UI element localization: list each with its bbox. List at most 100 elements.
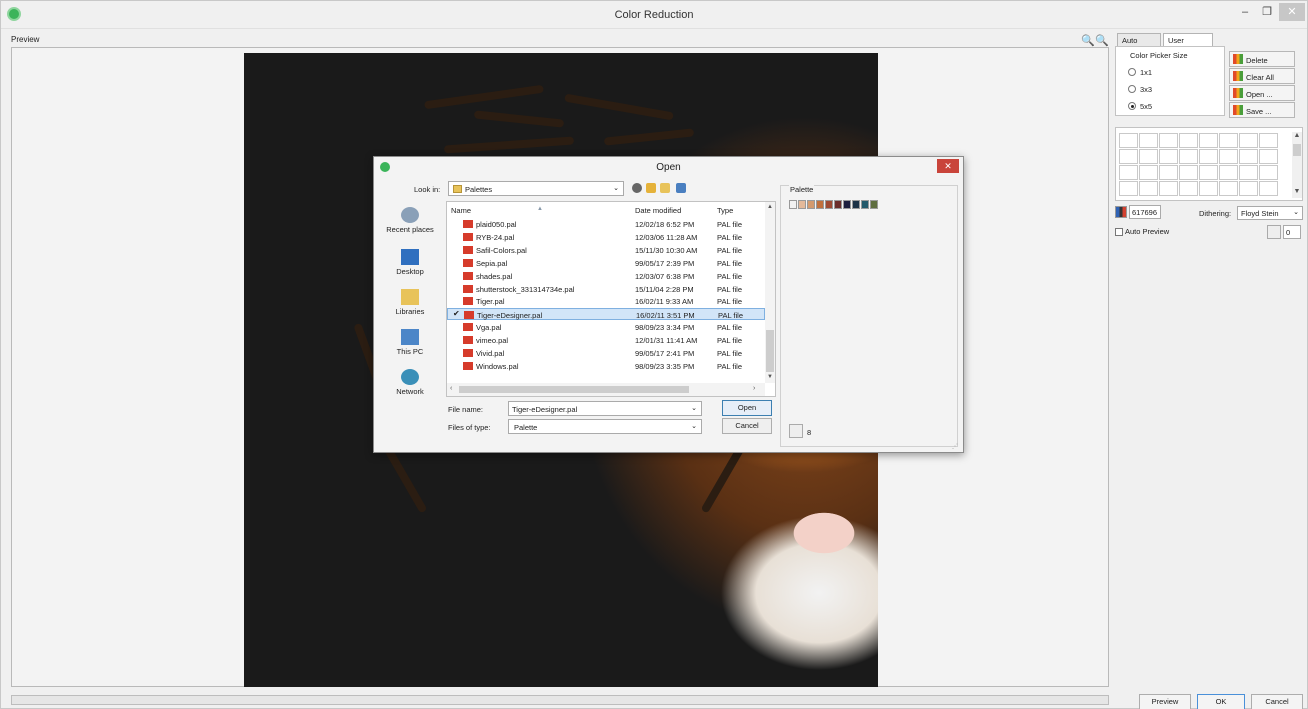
- file-row[interactable]: shutterstock_331314734e.pal 15/11/04 2:28…: [447, 283, 765, 295]
- auto-preview-checkbox[interactable]: Auto Preview: [1115, 227, 1169, 237]
- swatch-cell[interactable]: [1159, 181, 1178, 196]
- check-icon[interactable]: ✔: [453, 310, 462, 319]
- place-this-pc[interactable]: This PC: [380, 329, 440, 356]
- swatch-cell[interactable]: [1259, 165, 1278, 180]
- scroll-right-icon[interactable]: ›: [753, 385, 755, 392]
- swatch-grid-scrollbar[interactable]: ▲ ▼: [1292, 132, 1302, 198]
- maximize-button[interactable]: ❐: [1257, 3, 1277, 21]
- column-type[interactable]: Type: [717, 206, 733, 215]
- place-recent[interactable]: Recent places: [380, 207, 440, 234]
- scroll-up-icon[interactable]: ▲: [1292, 132, 1302, 139]
- zoom-out-icon[interactable]: 🔍: [1095, 34, 1109, 47]
- swatch-cell[interactable]: [1219, 181, 1238, 196]
- swatch-cell[interactable]: [1119, 133, 1138, 148]
- close-button[interactable]: ✕: [1279, 3, 1305, 21]
- ok-button[interactable]: OK: [1197, 694, 1245, 709]
- open-palette-button[interactable]: Open ...: [1229, 85, 1295, 101]
- swatch-cell[interactable]: [1199, 181, 1218, 196]
- swatch-cell[interactable]: [1179, 181, 1198, 196]
- look-in-select[interactable]: Palettes ⌄: [448, 181, 624, 196]
- scroll-down-icon[interactable]: ▼: [1292, 188, 1302, 195]
- swatch-cell[interactable]: [1259, 149, 1278, 164]
- swatch-cell[interactable]: [1259, 133, 1278, 148]
- file-list[interactable]: Name ▲ Date modified Type plaid050.pal 12…: [446, 201, 776, 397]
- scroll-up-icon[interactable]: ▲: [765, 204, 775, 210]
- swatch-cell[interactable]: [1119, 165, 1138, 180]
- file-row[interactable]: Windows.pal 98/09/23 3:35 PM PAL file: [447, 360, 765, 372]
- swatch-cell[interactable]: [1119, 181, 1138, 196]
- column-date[interactable]: Date modified: [635, 206, 681, 215]
- dithering-select[interactable]: Floyd Stein ⌄: [1237, 206, 1303, 220]
- swatch-cell[interactable]: [1179, 165, 1198, 180]
- cancel-button[interactable]: Cancel: [1251, 694, 1303, 709]
- back-icon[interactable]: [632, 183, 642, 193]
- zoom-in-icon[interactable]: 🔍: [1081, 34, 1095, 47]
- swatch-cell[interactable]: [1219, 149, 1238, 164]
- swatch-cell[interactable]: [1139, 149, 1158, 164]
- save-palette-button[interactable]: Save ...: [1229, 102, 1295, 118]
- file-list-vscroll[interactable]: ▲ ▼: [765, 202, 775, 383]
- place-network[interactable]: Network: [380, 369, 440, 396]
- file-type-select[interactable]: Palette ⌄: [508, 419, 702, 434]
- swatch-grid-cells[interactable]: [1119, 133, 1289, 197]
- view-menu-icon[interactable]: [676, 183, 686, 193]
- swatch-cell[interactable]: [1239, 133, 1258, 148]
- palette-size-field[interactable]: 0: [1283, 225, 1301, 239]
- swatch-cell[interactable]: [1139, 165, 1158, 180]
- up-folder-icon[interactable]: [646, 183, 656, 193]
- file-date: 99/05/17 2:41 PM: [635, 349, 695, 358]
- network-icon: [401, 369, 419, 385]
- tab-user-defined[interactable]: User defined: [1163, 33, 1213, 54]
- swatch-cell[interactable]: [1159, 133, 1178, 148]
- minimize-button[interactable]: –: [1235, 3, 1255, 21]
- swatch-cell[interactable]: [1219, 133, 1238, 148]
- radio-1x1[interactable]: 1x1: [1128, 67, 1198, 79]
- file-row[interactable]: shades.pal 12/03/07 6:38 PM PAL file: [447, 270, 765, 282]
- swatch-cell[interactable]: [1139, 133, 1158, 148]
- file-row[interactable]: Vivid.pal 99/05/17 2:41 PM PAL file: [447, 347, 765, 359]
- file-list-hscroll[interactable]: ‹ ›: [447, 383, 765, 396]
- dialog-close-button[interactable]: ✕: [937, 159, 959, 173]
- resize-grip-icon[interactable]: ⋰: [952, 443, 958, 450]
- new-folder-icon[interactable]: [660, 183, 670, 193]
- swatch-cell[interactable]: [1259, 181, 1278, 196]
- place-libraries[interactable]: Libraries: [380, 289, 440, 316]
- dialog-cancel-button[interactable]: Cancel: [722, 418, 772, 434]
- color-count-field[interactable]: 617696: [1129, 205, 1161, 219]
- swatch-cell[interactable]: [1199, 165, 1218, 180]
- swatch-cell[interactable]: [1239, 181, 1258, 196]
- file-row[interactable]: Safil-Colors.pal 15/11/30 10:30 AM PAL fil…: [447, 244, 765, 256]
- swatch-cell[interactable]: [1239, 165, 1258, 180]
- scroll-down-icon[interactable]: ▼: [765, 374, 775, 380]
- file-row[interactable]: Sepia.pal 99/05/17 2:39 PM PAL file: [447, 257, 765, 269]
- file-name-input[interactable]: Tiger-eDesigner.pal ⌄: [508, 401, 702, 416]
- radio-3x3[interactable]: 3x3: [1128, 84, 1198, 96]
- swatch-cell[interactable]: [1179, 133, 1198, 148]
- swatch-cell[interactable]: [1239, 149, 1258, 164]
- file-row[interactable]: Tiger.pal 16/02/11 9:33 AM PAL file: [447, 295, 765, 307]
- swatch-cell[interactable]: [1199, 133, 1218, 148]
- place-desktop[interactable]: Desktop: [380, 249, 440, 276]
- clear-all-button[interactable]: Clear All: [1229, 68, 1295, 84]
- swatch-cell[interactable]: [1219, 165, 1238, 180]
- file-row[interactable]: Vga.pal 98/09/23 3:34 PM PAL file: [447, 321, 765, 333]
- file-row[interactable]: plaid050.pal 12/02/18 6:52 PM PAL file: [447, 218, 765, 230]
- file-row[interactable]: ✔ Tiger-eDesigner.pal 16/02/11 3:51 PM PAL …: [447, 308, 765, 321]
- swatch-cell[interactable]: [1159, 165, 1178, 180]
- swatch-cell[interactable]: [1159, 149, 1178, 164]
- desktop-icon: [401, 249, 419, 265]
- file-row[interactable]: vimeo.pal 12/01/31 11:41 AM PAL file: [447, 334, 765, 346]
- swatch-cell[interactable]: [1119, 149, 1138, 164]
- swatch-cell[interactable]: [1179, 149, 1198, 164]
- radio-5x5[interactable]: 5x5: [1128, 101, 1198, 113]
- file-row[interactable]: RYB-24.pal 12/03/06 11:28 AM PAL file: [447, 231, 765, 243]
- dialog-open-button[interactable]: Open: [722, 400, 772, 416]
- scroll-left-icon[interactable]: ‹: [450, 385, 452, 392]
- column-name[interactable]: Name: [451, 206, 471, 215]
- swatch-cell[interactable]: [1199, 149, 1218, 164]
- preview-button[interactable]: Preview: [1139, 694, 1191, 709]
- file-type: PAL file: [717, 232, 743, 242]
- tab-auto-finding[interactable]: Auto finding: [1117, 33, 1161, 54]
- swatch-cell[interactable]: [1139, 181, 1158, 196]
- delete-button[interactable]: Delete: [1229, 51, 1295, 67]
